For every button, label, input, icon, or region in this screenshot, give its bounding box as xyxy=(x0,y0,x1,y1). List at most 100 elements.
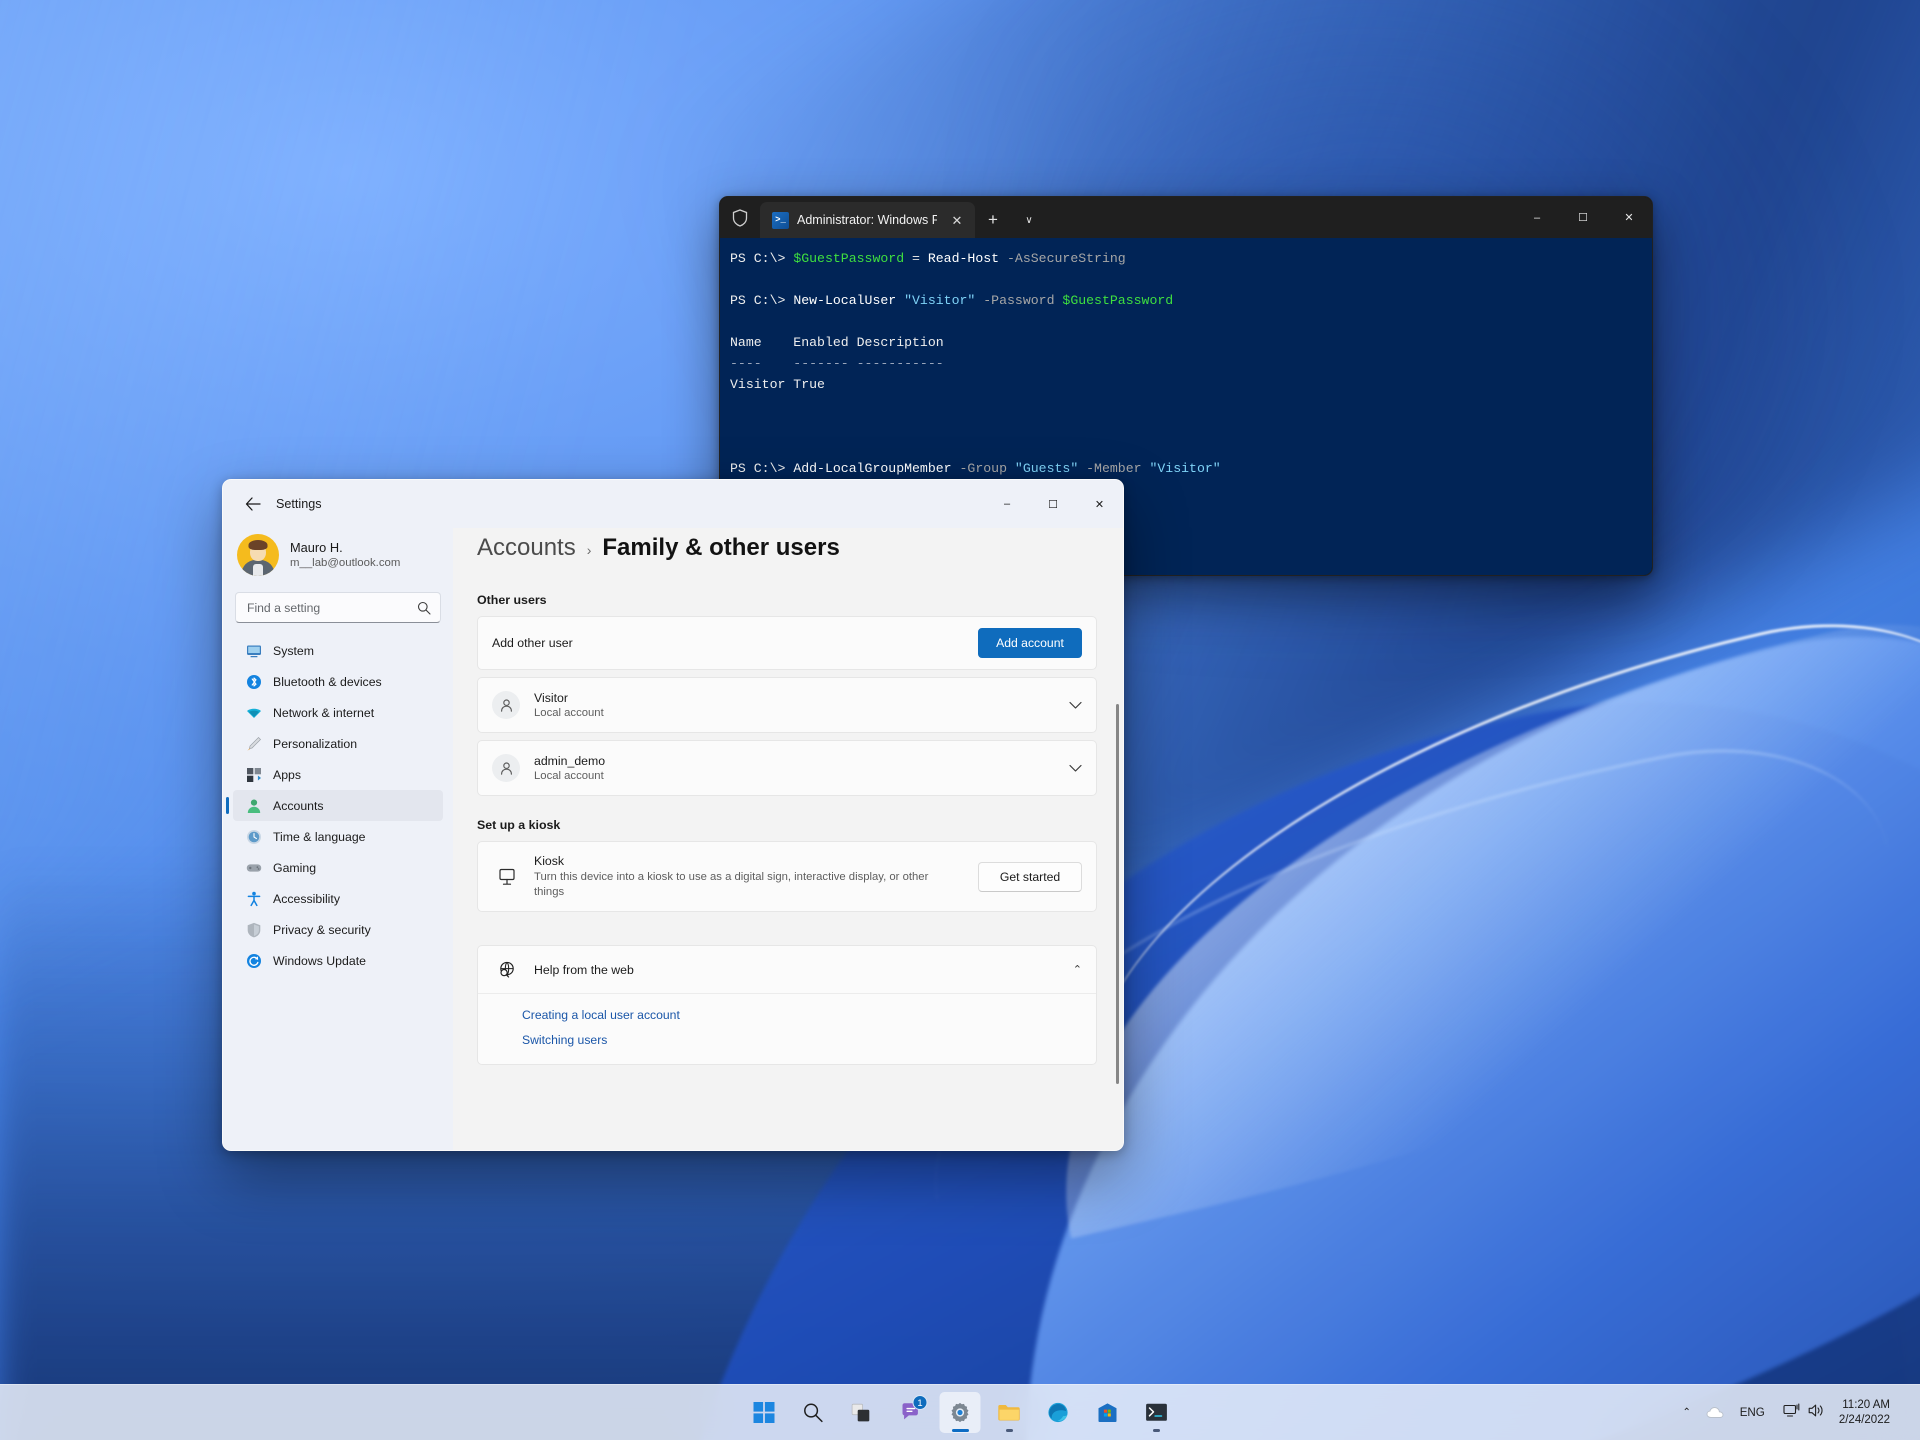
help-from-web-header[interactable]: Help from the web ⌃ xyxy=(478,946,1096,994)
desktop: >_ Administrator: Windows Powe ✕ + ∨ ‒ ☐… xyxy=(0,0,1920,1440)
settings-window-title: Settings xyxy=(276,497,322,511)
minimize-button[interactable]: ‒ xyxy=(1514,197,1560,238)
sidebar-item-label: Bluetooth & devices xyxy=(273,674,382,689)
sidebar-item-bluetooth-devices[interactable]: Bluetooth & devices xyxy=(233,666,443,697)
store-button[interactable] xyxy=(1087,1392,1128,1433)
powershell-tab[interactable]: >_ Administrator: Windows Powe ✕ xyxy=(760,202,975,238)
vertical-scrollbar[interactable] xyxy=(1116,704,1119,1084)
start-button[interactable] xyxy=(744,1392,785,1433)
chevron-down-icon[interactable] xyxy=(1069,701,1082,710)
wifi-icon xyxy=(245,704,262,721)
apps-icon xyxy=(245,766,262,783)
close-button[interactable]: ✕ xyxy=(1076,480,1123,528)
help-link[interactable]: Creating a local user account xyxy=(522,1008,1096,1022)
sidebar-item-apps[interactable]: Apps xyxy=(233,759,443,790)
onedrive-cloud-icon[interactable] xyxy=(1701,1393,1731,1433)
update-icon xyxy=(245,952,262,969)
maximize-button[interactable]: ☐ xyxy=(1030,480,1076,528)
console-token: PS C:\> xyxy=(730,461,794,476)
sidebar-item-time-language[interactable]: Time & language xyxy=(233,821,443,852)
language-indicator[interactable]: ENG xyxy=(1731,1393,1774,1433)
sidebar-item-accessibility[interactable]: Accessibility xyxy=(233,883,443,914)
console-token: PS C:\> xyxy=(730,293,794,308)
network-volume-group[interactable] xyxy=(1774,1393,1833,1433)
chat-button[interactable]: 1 xyxy=(891,1392,932,1433)
search-input[interactable] xyxy=(247,600,417,615)
console-line: Name Enabled Description xyxy=(730,332,1652,353)
console-token: Visitor True xyxy=(730,377,825,392)
console-token: "Visitor" xyxy=(904,293,976,308)
settings-sidebar: Mauro H. m__lab@outlook.com System Blueto… xyxy=(223,528,453,1150)
user-account-card[interactable]: Visitor Local account xyxy=(477,677,1097,733)
search-icon xyxy=(803,1402,824,1423)
console-token: $GuestPassword xyxy=(1062,293,1174,308)
sidebar-item-network-internet[interactable]: Network & internet xyxy=(233,697,443,728)
chevron-down-icon[interactable] xyxy=(1069,764,1082,773)
search-button[interactable] xyxy=(793,1392,834,1433)
minimize-button[interactable]: ‒ xyxy=(984,480,1030,528)
volume-icon[interactable] xyxy=(1808,1403,1824,1423)
close-button[interactable]: ✕ xyxy=(1606,197,1652,238)
search-box[interactable] xyxy=(235,592,441,623)
user-email: m__lab@outlook.com xyxy=(290,556,401,569)
settings-titlebar[interactable]: Settings ‒ ☐ ✕ xyxy=(223,480,1123,528)
new-tab-icon[interactable]: + xyxy=(975,202,1011,238)
task-view-button[interactable] xyxy=(842,1392,883,1433)
file-explorer-button[interactable] xyxy=(989,1392,1030,1433)
back-button[interactable] xyxy=(236,489,270,519)
sidebar-item-gaming[interactable]: Gaming xyxy=(233,852,443,883)
console-token: New-LocalUser xyxy=(793,293,905,308)
user-account-name: admin_demo xyxy=(534,753,606,768)
user-account-card[interactable]: admin_demo Local account xyxy=(477,740,1097,796)
show-hidden-icons-button[interactable]: ⌃ xyxy=(1673,1393,1701,1433)
clock-time: 11:20 AM xyxy=(1842,1398,1890,1411)
person-icon xyxy=(245,797,262,814)
edge-button[interactable] xyxy=(1038,1392,1079,1433)
maximize-button[interactable]: ☐ xyxy=(1560,197,1606,238)
breadcrumb-parent[interactable]: Accounts xyxy=(477,534,576,562)
sidebar-item-personalization[interactable]: Personalization xyxy=(233,728,443,759)
settings-button[interactable] xyxy=(939,1392,981,1433)
sidebar-item-label: Gaming xyxy=(273,860,317,875)
sidebar-item-accounts[interactable]: Accounts xyxy=(226,790,443,821)
help-from-web-card: Help from the web ⌃ Creating a local use… xyxy=(477,945,1097,1065)
close-tab-icon[interactable]: ✕ xyxy=(948,214,966,227)
terminal-button[interactable] xyxy=(1136,1392,1177,1433)
clock-and-date[interactable]: 11:20 AM 2/24/2022 xyxy=(1833,1393,1900,1433)
folder-icon xyxy=(998,1403,1021,1422)
powershell-titlebar[interactable]: >_ Administrator: Windows Powe ✕ + ∨ ‒ ☐… xyxy=(720,197,1652,238)
list-item[interactable]: admin_demo Local account xyxy=(478,741,1096,795)
chevron-down-icon[interactable]: ∨ xyxy=(1011,202,1047,238)
console-token: -Group xyxy=(959,461,1015,476)
add-account-button[interactable]: Add account xyxy=(978,628,1082,658)
sidebar-item-privacy-security[interactable]: Privacy & security xyxy=(233,914,443,945)
sidebar-item-windows-update[interactable]: Windows Update xyxy=(233,945,443,976)
user-account-text: admin_demo Local account xyxy=(534,753,605,784)
network-icon[interactable] xyxy=(1783,1402,1800,1423)
console-token: $GuestPassword xyxy=(793,251,905,266)
help-link[interactable]: Switching users xyxy=(522,1033,1096,1047)
settings-window[interactable]: Settings ‒ ☐ ✕ Mauro H. m__lab@outlook.c… xyxy=(222,479,1124,1151)
console-token: "Guests" xyxy=(1014,461,1079,476)
other-users-header: Other users xyxy=(477,593,547,607)
help-from-web-label: Help from the web xyxy=(534,962,634,977)
console-token: ---- ------- ----------- xyxy=(730,356,944,371)
list-item[interactable]: Visitor Local account xyxy=(478,678,1096,732)
console-line: PS C:\> Add-LocalGroupMember -Group "Gue… xyxy=(730,458,1652,479)
globe-search-icon xyxy=(492,960,522,980)
page-title: Family & other users xyxy=(602,534,840,561)
kiosk-icon xyxy=(492,867,522,887)
notification-badge: 1 xyxy=(912,1395,928,1410)
chevron-up-icon[interactable]: ⌃ xyxy=(1073,963,1082,976)
clock-icon xyxy=(245,828,262,845)
user-account-text: Visitor Local account xyxy=(534,690,604,721)
user-profile[interactable]: Mauro H. m__lab@outlook.com xyxy=(233,528,443,576)
get-started-button[interactable]: Get started xyxy=(978,861,1082,892)
sidebar-item-label: System xyxy=(273,643,314,658)
sidebar-item-label: Accounts xyxy=(273,798,324,813)
search-icon xyxy=(417,601,431,615)
sidebar-item-system[interactable]: System xyxy=(233,635,443,666)
